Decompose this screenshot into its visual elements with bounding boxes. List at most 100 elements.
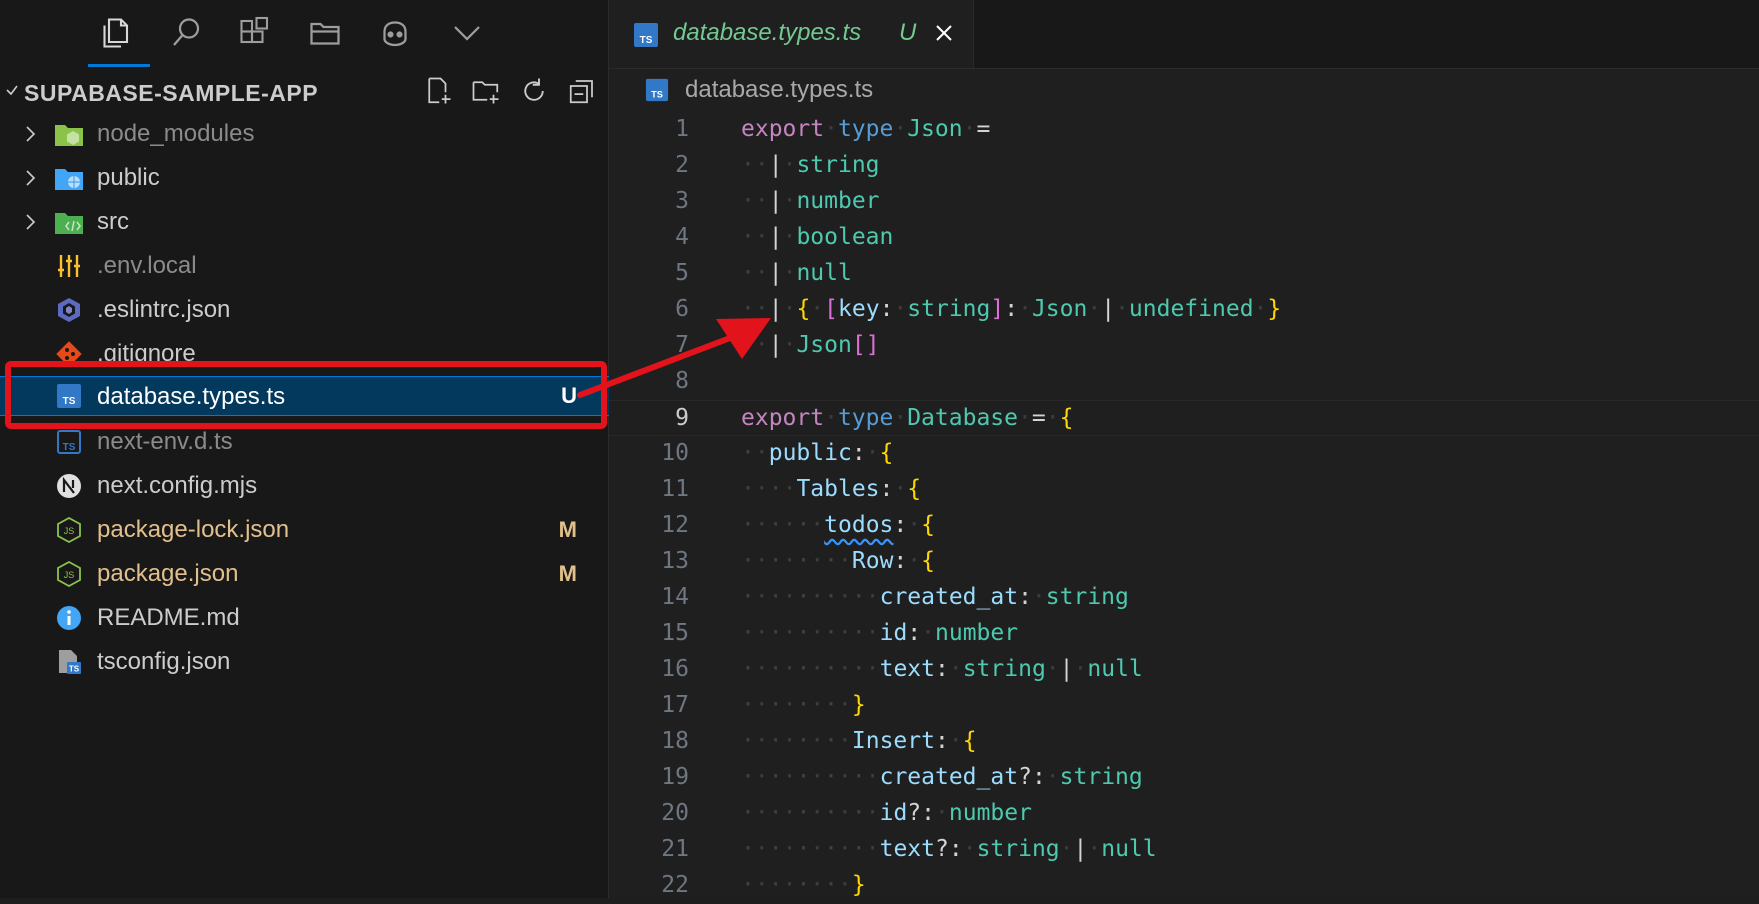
breadcrumb-file[interactable]: database.types.ts [685,76,873,104]
code-line[interactable]: 13 ········Row:·{ [609,544,1759,580]
code-line[interactable]: 15 ··········id:·number [609,616,1759,652]
code-line[interactable]: 17 ········} [609,688,1759,724]
folder-view-icon[interactable] [302,10,348,56]
code-line[interactable]: 14 ··········created_at:·string [609,580,1759,616]
code-line[interactable]: 11 ····Tables:·{ [609,472,1759,508]
tree-item-public[interactable]: public [0,156,609,200]
chevron-down-icon[interactable] [444,10,490,56]
tree-item-src[interactable]: src [0,200,609,244]
nextjs-icon [54,472,84,500]
file-name: next-env.d.ts [97,428,233,455]
file-name: next.config.mjs [97,472,258,499]
code-line[interactable]: 21 ··········text?:·string·|·null [609,832,1759,868]
tsconfig-icon: TS [54,648,84,676]
code-line[interactable]: 9 export·type·Database·=·{ [609,400,1759,436]
git-status-badge: M [558,517,577,542]
explorer-icon[interactable] [92,10,138,56]
code-text: ··|·null [741,260,852,286]
line-number: 10 [661,440,689,466]
code-text: ··|·boolean [741,224,894,250]
code-line[interactable]: 22 ········} [609,868,1759,904]
tab-status-badge: U [899,19,917,46]
line-number: 16 [661,656,689,682]
line-number: 8 [675,368,689,394]
code-text: ··public:·{ [741,440,894,466]
line-number: 9 [675,405,689,431]
explorer-header[interactable]: SUPABASE-SAMPLE-APP [0,70,609,112]
copilot-icon[interactable] [372,10,418,56]
chevron-right-icon[interactable] [24,212,38,237]
code-text: ······todos:·{ [741,512,935,538]
line-number: 18 [661,728,689,754]
breadcrumb[interactable]: TS database.types.ts [609,70,1759,110]
code-text: ··|·{·[key:·string]:·Json·|·undefined·} [741,296,1282,322]
svg-text:TS: TS [640,35,653,46]
refresh-icon[interactable] [517,74,551,108]
file-name: tsconfig.json [97,648,231,675]
code-line[interactable]: 18 ········Insert:·{ [609,724,1759,760]
tree-item-env-local[interactable]: .env.local [0,244,609,288]
close-icon[interactable] [929,18,959,48]
tree-item-package-json[interactable]: JS package.json M [0,552,609,596]
code-line[interactable]: 1 export·type·Json·= [609,112,1759,148]
tree-item-next-env[interactable]: TS next-env.d.ts [0,420,609,464]
code-line[interactable]: 20 ··········id?:·number [609,796,1759,832]
active-view-indicator [88,64,150,67]
code-text: ··|·Json[] [741,332,880,358]
chevron-right-icon[interactable] [24,168,38,193]
code-line[interactable]: 6 ··|·{·[key:·string]:·Json·|·undefined·} [609,292,1759,328]
code-line[interactable]: 16 ··········text:·string·|·null [609,652,1759,688]
code-line[interactable]: 4 ··|·boolean [609,220,1759,256]
line-number: 20 [661,800,689,826]
chevron-expanded-icon[interactable] [4,82,20,103]
line-number: 17 [661,692,689,718]
src-folder-icon [54,208,84,236]
code-text: ··········created_at?:·string [741,764,1143,790]
git-status-badge: U [561,383,577,408]
code-text: ··········id:·number [741,620,1019,646]
code-text: ········} [741,692,866,718]
new-folder-icon[interactable] [469,74,503,108]
tree-item-next-config[interactable]: next.config.mjs [0,464,609,508]
line-number: 6 [675,296,689,322]
node-folder-icon [54,120,84,148]
code-line[interactable]: 5 ··|·null [609,256,1759,292]
tree-item-gitignore[interactable]: .gitignore [0,332,609,376]
line-number: 11 [661,476,689,502]
code-line[interactable]: 8 [609,364,1759,400]
line-number: 15 [661,620,689,646]
search-icon[interactable] [163,10,209,56]
activity-bar [0,0,609,67]
tree-item-eslintrc[interactable]: .eslintrc.json [0,288,609,332]
extensions-icon[interactable] [232,10,278,56]
code-text: ········Insert:·{ [741,728,977,754]
code-line[interactable]: 19 ··········created_at?:·string [609,760,1759,796]
code-text: ··|·string [741,152,880,178]
typescript-icon: TS [633,22,659,53]
tree-item-database-types[interactable]: TS database.types.ts U [0,376,609,416]
public-folder-icon [54,164,84,192]
code-line[interactable]: 3 ··|·number [609,184,1759,220]
line-number: 22 [661,872,689,898]
collapse-all-icon[interactable] [565,74,599,108]
tree-item-tsconfig[interactable]: TS tsconfig.json [0,640,609,684]
file-name: src [97,208,129,235]
chevron-right-icon[interactable] [24,124,38,149]
code-line[interactable]: 2 ··|·string [609,148,1759,184]
code-line[interactable]: 12 ······todos:·{ [609,508,1759,544]
tree-item-readme[interactable]: README.md [0,596,609,640]
file-name: .env.local [97,252,197,279]
tree-item-package-lock[interactable]: JS package-lock.json M [0,508,609,552]
typescript-icon: TS [54,382,84,410]
tab-database-types[interactable]: TS database.types.ts U [609,0,974,68]
new-file-icon[interactable] [421,74,455,108]
code-line[interactable]: 7 ··|·Json[] [609,328,1759,364]
tree-item-node-modules[interactable]: node_modules [0,112,609,156]
code-line[interactable]: 10 ··public:·{ [609,436,1759,472]
code-text: ··········id?:·number [741,800,1032,826]
git-icon [54,340,84,368]
line-number: 1 [675,116,689,142]
git-status-badge: M [558,561,577,586]
line-number: 19 [661,764,689,790]
file-name: .gitignore [97,340,196,367]
